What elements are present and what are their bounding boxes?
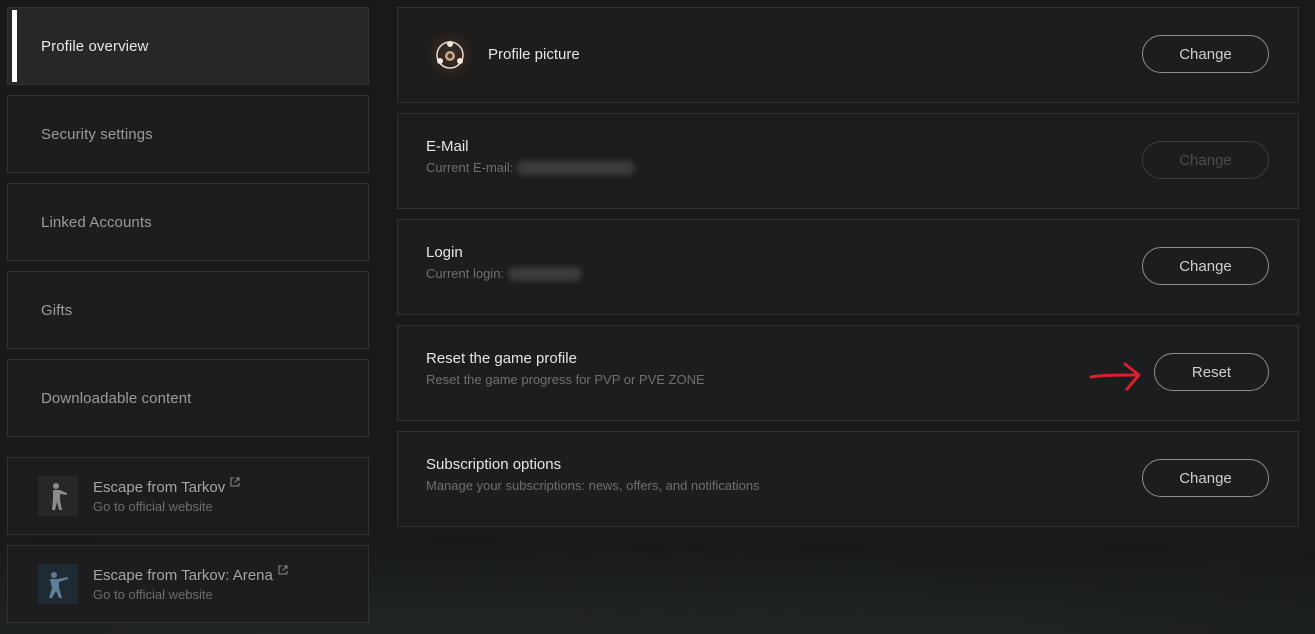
sidebar-item-profile-overview[interactable]: Profile overview — [7, 7, 369, 85]
panel-subtitle: Current login: — [426, 266, 505, 281]
panel-title: Login — [426, 244, 463, 261]
sidebar-item-gifts[interactable]: Gifts — [7, 271, 369, 349]
game-link-escape-from-tarkov[interactable]: Escape from Tarkov Go to official websit… — [7, 457, 369, 535]
change-login-button[interactable]: Change — [1142, 247, 1269, 285]
sidebar-item-downloadable-content[interactable]: Downloadable content — [7, 359, 369, 437]
game-title: Escape from Tarkov: Arena — [93, 566, 273, 584]
reset-profile-button[interactable]: Reset — [1154, 353, 1269, 391]
annotation-arrow-icon — [1089, 362, 1141, 391]
email-panel: E-Mail Current E-mail: Change — [397, 113, 1299, 209]
redacted-login — [508, 266, 583, 281]
panel-title: E-Mail — [426, 138, 469, 155]
sidebar-item-security-settings[interactable]: Security settings — [7, 95, 369, 173]
game-subtitle: Go to official website — [93, 586, 213, 602]
soldier-icon — [38, 476, 78, 516]
panel-subtitle: Manage your subscriptions: news, offers,… — [426, 478, 760, 493]
sidebar-item-label: Security settings — [41, 125, 153, 143]
profile-emblem-icon — [436, 41, 464, 69]
change-profile-picture-button[interactable]: Change — [1142, 35, 1269, 73]
sidebar-item-linked-accounts[interactable]: Linked Accounts — [7, 183, 369, 261]
external-link-icon — [230, 477, 240, 486]
sidebar-item-label: Downloadable content — [41, 389, 192, 407]
change-subscription-button[interactable]: Change — [1142, 459, 1269, 497]
game-link-escape-from-tarkov-arena[interactable]: Escape from Tarkov: Arena Go to official… — [7, 545, 369, 623]
panel-subtitle: Current E-mail: — [426, 160, 514, 175]
subscription-panel: Subscription options Manage your subscri… — [397, 431, 1299, 527]
sidebar-item-label: Profile overview — [41, 37, 149, 55]
login-panel: Login Current login: Change — [397, 219, 1299, 315]
active-indicator — [12, 10, 17, 82]
reset-profile-panel: Reset the game profile Reset the game pr… — [397, 325, 1299, 421]
change-email-button[interactable]: Change — [1142, 141, 1269, 179]
panel-title: Reset the game profile — [426, 350, 577, 367]
panel-title: Subscription options — [426, 456, 562, 473]
panel-subtitle: Reset the game progress for PVP or PVE Z… — [426, 372, 705, 387]
sidebar-item-label: Gifts — [41, 301, 73, 319]
soldier-arena-icon — [38, 564, 78, 604]
panel-title: Profile picture — [488, 46, 580, 63]
profile-picture-panel: Profile picture Change — [397, 7, 1299, 103]
redacted-email — [517, 160, 636, 175]
game-title: Escape from Tarkov — [93, 478, 226, 496]
external-link-icon — [278, 565, 288, 574]
avatar[interactable] — [426, 31, 474, 79]
sidebar-item-label: Linked Accounts — [41, 213, 152, 231]
game-subtitle: Go to official website — [93, 498, 213, 514]
